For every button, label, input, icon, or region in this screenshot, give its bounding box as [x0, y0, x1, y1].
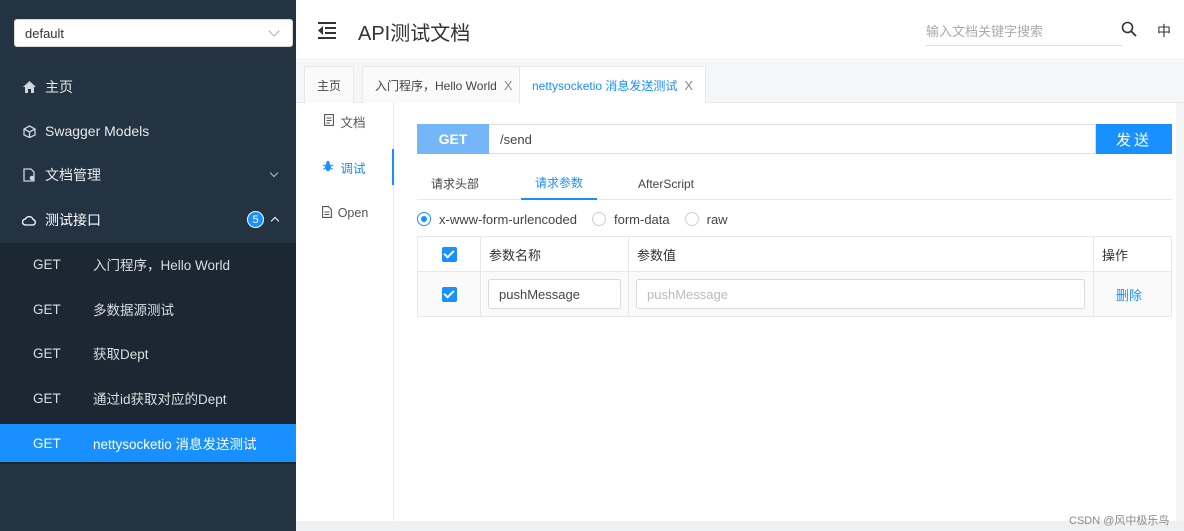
api-item[interactable]: GET 获取Dept [0, 334, 296, 372]
tab-request-headers[interactable]: 请求头部 [417, 167, 493, 200]
horizontal-scrollbar[interactable] [296, 521, 1184, 531]
radio-unchecked-icon [591, 212, 606, 226]
sidebar-item-swagger-models[interactable]: Swagger Models [0, 109, 296, 153]
radio-checked-icon [417, 212, 431, 226]
api-method: GET [33, 345, 61, 361]
radio-label: x-www-form-urlencoded [439, 211, 577, 227]
column-header: 操作 [1102, 247, 1129, 263]
table-row: 删除 [418, 272, 1171, 316]
chevron-up-icon [270, 216, 280, 226]
group-select[interactable]: default [14, 19, 293, 47]
api-item[interactable]: GET 多数据源测试 [0, 290, 296, 328]
count-badge: 5 [247, 211, 264, 228]
menu-fold-icon[interactable] [318, 22, 336, 39]
tab-label: Open [337, 206, 369, 220]
tab-label: 入门程序，Hello World [375, 78, 497, 93]
api-name: 获取Dept [93, 347, 149, 362]
home-icon [22, 80, 36, 94]
cloud-icon [22, 213, 36, 227]
tab-hello-world[interactable]: 入门程序，Hello World X [362, 66, 526, 103]
tab-label: nettysocketio 消息发送测试 [532, 79, 678, 93]
param-value-input[interactable] [636, 279, 1085, 309]
column-header: 参数名称 [481, 237, 629, 271]
api-method: GET [33, 256, 61, 272]
tab-home[interactable]: 主页 [304, 66, 355, 103]
column-header: 参数值 [629, 237, 1094, 271]
api-list: GET 入门程序，Hello World GET 多数据源测试 GET 获取De… [0, 243, 296, 464]
api-item[interactable]: GET 入门程序，Hello World [0, 245, 296, 283]
radio-raw[interactable]: raw [684, 211, 728, 227]
api-name: 多数据源测试 [93, 303, 174, 318]
sidebar-item-test-api[interactable]: 测试接口 5 [0, 198, 296, 242]
page-title: API测试文档 [358, 23, 471, 45]
search-input[interactable] [926, 18, 1122, 46]
api-name: 入门程序，Hello World [93, 258, 231, 273]
api-method: GET [33, 435, 61, 451]
api-name: nettysocketio 消息发送测试 [93, 437, 257, 452]
tabs-bar: 主页 入门程序，Hello World X nettysocketio 消息发送… [296, 61, 1184, 104]
tab-debug[interactable]: 调试 [296, 149, 394, 185]
vertical-scrollbar[interactable] [1176, 103, 1184, 521]
table-header-row: 参数名称 参数值 操作 [418, 237, 1171, 272]
request-bar: GET /send 发送 [417, 124, 1172, 154]
tab-nettysocketio[interactable]: nettysocketio 消息发送测试 X [519, 66, 707, 104]
method-select[interactable]: GET [417, 124, 489, 154]
sidebar-item-label: 文档管理 [45, 167, 101, 183]
radio-label: form-data [613, 211, 670, 227]
param-name-input[interactable] [488, 279, 621, 309]
side-tabs: 文档 调试 Open [296, 103, 394, 523]
document-settings-icon [22, 168, 36, 182]
cube-icon [22, 124, 36, 138]
radio-label: raw [706, 211, 728, 227]
tab-request-params[interactable]: 请求参数 [521, 167, 598, 200]
row-select-cell [418, 272, 481, 316]
api-name: 通过id获取对应的Dept [93, 392, 227, 407]
send-button[interactable]: 发送 [1096, 124, 1172, 154]
group-select-value: default [25, 25, 65, 41]
tab-afterscript[interactable]: AfterScript [624, 167, 708, 200]
chevron-down-icon [268, 25, 280, 37]
api-item[interactable]: GET 通过id获取对应的Dept [0, 379, 296, 417]
sidebar-item-label: Swagger Models [45, 123, 150, 139]
param-tabs: 请求头部 请求参数 AfterScript [417, 167, 1172, 200]
tab-label: 文档 [340, 115, 366, 130]
select-all-cell [418, 237, 481, 271]
language-switch[interactable]: 中 [1157, 21, 1171, 41]
tab-doc[interactable]: 文档 [296, 103, 394, 139]
action-cell: 删除 [1094, 272, 1171, 316]
sidebar-item-label: 测试接口 [45, 212, 101, 228]
chevron-down-icon [269, 168, 279, 178]
api-item-selected[interactable]: GET nettysocketio 消息发送测试 [0, 424, 296, 462]
param-value-cell [629, 272, 1094, 316]
tab-label: 主页 [317, 78, 342, 93]
close-icon[interactable]: X [684, 78, 693, 93]
document-icon [324, 113, 335, 129]
content-type-radios: x-www-form-urlencoded form-data raw [417, 209, 743, 229]
row-checkbox[interactable] [441, 286, 457, 302]
api-method: GET [33, 301, 61, 317]
watermark: CSDN @风中极乐鸟 [1069, 515, 1170, 527]
api-method: GET [33, 390, 61, 406]
file-icon [321, 205, 332, 221]
sidebar-item-home[interactable]: 主页 [0, 65, 296, 109]
bug-icon [322, 160, 334, 175]
sidebar: default 主页 Swagger Models 文档管理 测试接口 5 GE… [0, 0, 296, 531]
select-all-checkbox[interactable] [441, 246, 457, 262]
close-icon[interactable]: X [504, 78, 513, 93]
radio-urlencoded[interactable]: x-www-form-urlencoded [417, 212, 577, 227]
params-table: 参数名称 参数值 操作 删除 [417, 236, 1172, 317]
header: API测试文档 中 [296, 0, 1184, 60]
param-name-cell [481, 272, 629, 316]
search-icon[interactable] [1121, 21, 1137, 37]
radio-form-data[interactable]: form-data [591, 211, 670, 227]
delete-link[interactable]: 删除 [1116, 285, 1142, 304]
tab-label: 调试 [340, 161, 366, 176]
radio-unchecked-icon [684, 212, 699, 226]
sidebar-item-doc-manage[interactable]: 文档管理 [0, 153, 296, 197]
tab-open[interactable]: Open [296, 195, 394, 231]
url-input[interactable]: /send [489, 124, 1096, 154]
sidebar-item-label: 主页 [45, 79, 73, 95]
